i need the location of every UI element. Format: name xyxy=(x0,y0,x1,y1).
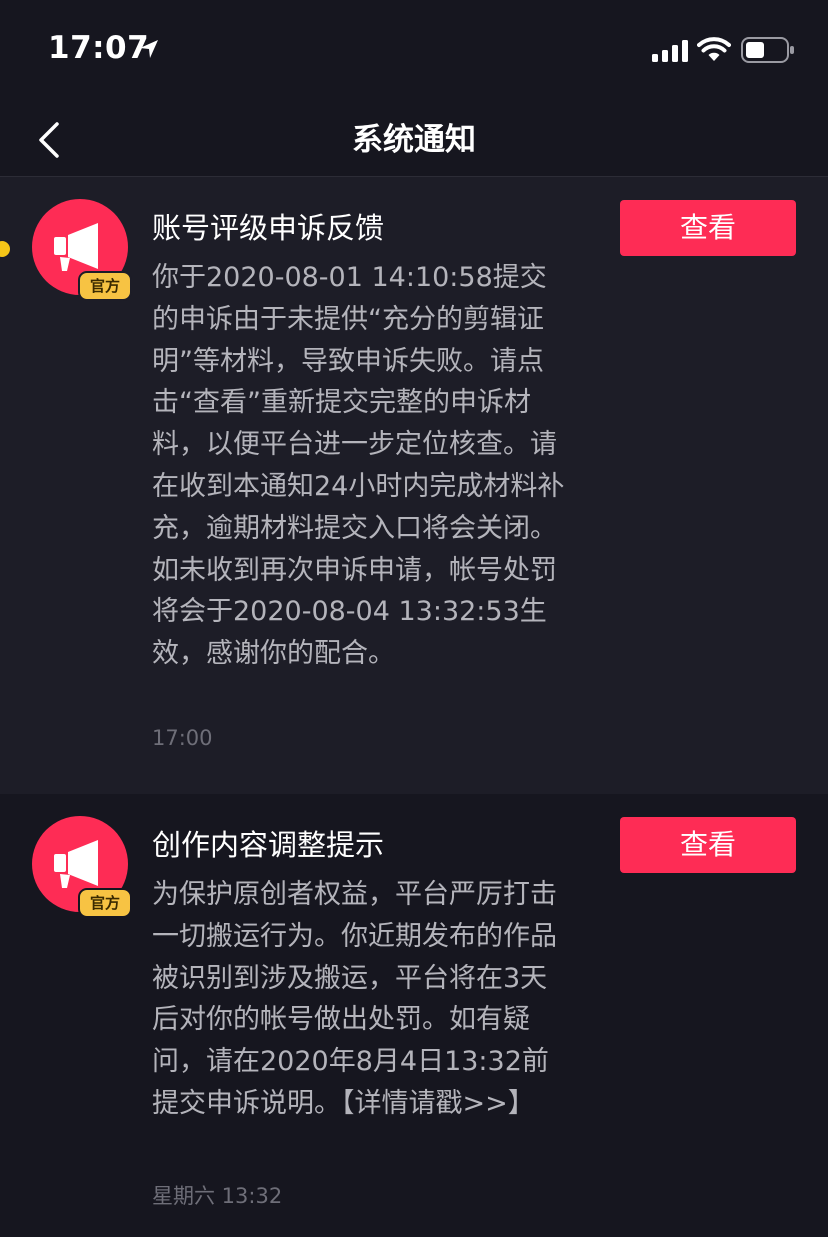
signal-icon xyxy=(652,40,688,62)
notification-body: 为保护原创者权益，平台严厉打击一切搬运行为。你近期发布的作品被识别到涉及搬运，平… xyxy=(152,879,557,1119)
view-button[interactable]: 查看 xyxy=(620,817,796,873)
location-arrow-icon xyxy=(140,40,158,58)
notification-title: 创作内容调整提示 xyxy=(152,828,385,862)
megaphone-icon xyxy=(54,223,98,271)
official-badge: 官方 xyxy=(78,888,132,918)
battery-icon xyxy=(741,37,794,63)
official-badge: 官方 xyxy=(78,271,132,301)
notification-item[interactable]: 官方 账号评级申诉反馈 你于2020-08-01 14:10:58提交的申诉由于… xyxy=(0,177,828,794)
unread-dot xyxy=(0,241,10,257)
wifi-icon xyxy=(697,37,731,61)
notification-title: 账号评级申诉反馈 xyxy=(152,211,385,245)
view-button[interactable]: 查看 xyxy=(620,200,796,256)
status-bar: 17:07 xyxy=(0,0,828,96)
nav-bar: 系统通知 xyxy=(0,96,828,177)
status-time: 17:07 xyxy=(48,30,150,66)
megaphone-icon xyxy=(54,840,98,888)
notification-body: 你于2020-08-01 14:10:58提交的申诉由于未提供“充分的剪辑证明”… xyxy=(152,262,565,670)
notification-time: 17:00 xyxy=(152,726,213,750)
page-title: 系统通知 xyxy=(352,122,476,158)
notification-item[interactable]: 官方 创作内容调整提示 为保护原创者权益，平台严厉打击一切搬运行为。你近期发布的… xyxy=(0,794,828,1237)
notification-time: 星期六 13:32 xyxy=(152,1184,283,1208)
